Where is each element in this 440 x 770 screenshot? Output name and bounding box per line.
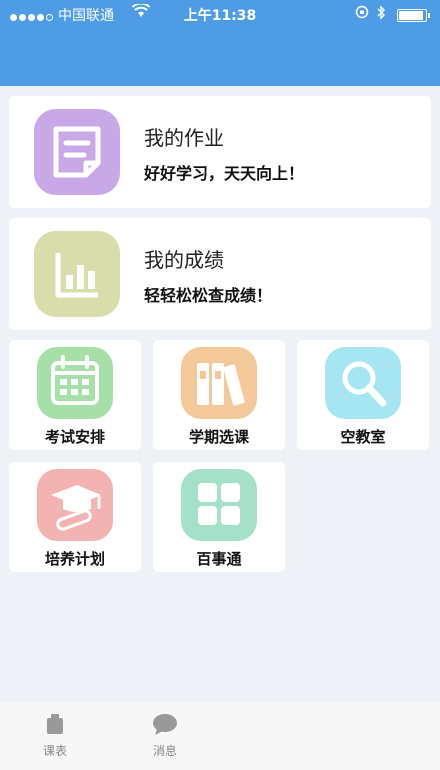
empty-classroom-tile[interactable]: 空教室 bbox=[297, 340, 429, 450]
status-bar: 中国联通 上午11:38 bbox=[0, 0, 440, 86]
grid-four-icon bbox=[181, 469, 257, 541]
tab-timetable[interactable]: 课表 bbox=[25, 712, 85, 759]
bar-chart-icon bbox=[34, 231, 120, 317]
tab-messages[interactable]: 消息 bbox=[135, 712, 195, 759]
tab-timetable-label: 课表 bbox=[42, 744, 67, 758]
training-plan-label: 培养计划 bbox=[44, 550, 105, 568]
status-time: 上午11:38 bbox=[183, 8, 257, 24]
exam-schedule-tile[interactable]: 考试安排 bbox=[9, 340, 141, 450]
timetable-icon bbox=[47, 714, 63, 734]
graduation-cap-icon bbox=[37, 469, 113, 541]
homework-card[interactable]: 我的作业 好好学习，天天向上！ bbox=[9, 96, 431, 208]
chat-bubble-icon bbox=[153, 714, 177, 735]
info-hub-tile[interactable]: 百事通 bbox=[153, 462, 285, 572]
magnifier-icon bbox=[325, 347, 401, 419]
grades-card[interactable]: 我的成绩 轻轻松松查成绩！ bbox=[9, 218, 431, 330]
grades-title: 我的成绩 bbox=[144, 248, 224, 272]
homework-subtitle: 好好学习，天天向上！ bbox=[144, 164, 305, 183]
grades-subtitle: 轻轻松松查成绩！ bbox=[144, 286, 273, 305]
training-plan-tile[interactable]: 培养计划 bbox=[9, 462, 141, 572]
books-icon bbox=[181, 347, 257, 419]
empty-classroom-label: 空教室 bbox=[340, 428, 386, 446]
homework-title: 我的作业 bbox=[144, 126, 224, 150]
tab-bar: 课表 消息 bbox=[0, 702, 440, 770]
rotation-lock-icon bbox=[355, 5, 369, 23]
battery-icon bbox=[397, 9, 430, 22]
course-selection-tile[interactable]: 学期选课 bbox=[153, 340, 285, 450]
bluetooth-icon bbox=[376, 5, 386, 24]
calendar-icon bbox=[37, 347, 113, 419]
tab-messages-label: 消息 bbox=[152, 744, 177, 758]
homework-note-icon bbox=[34, 109, 120, 195]
exam-schedule-label: 考试安排 bbox=[44, 428, 105, 446]
course-selection-label: 学期选课 bbox=[188, 428, 249, 446]
info-hub-label: 百事通 bbox=[196, 550, 242, 568]
